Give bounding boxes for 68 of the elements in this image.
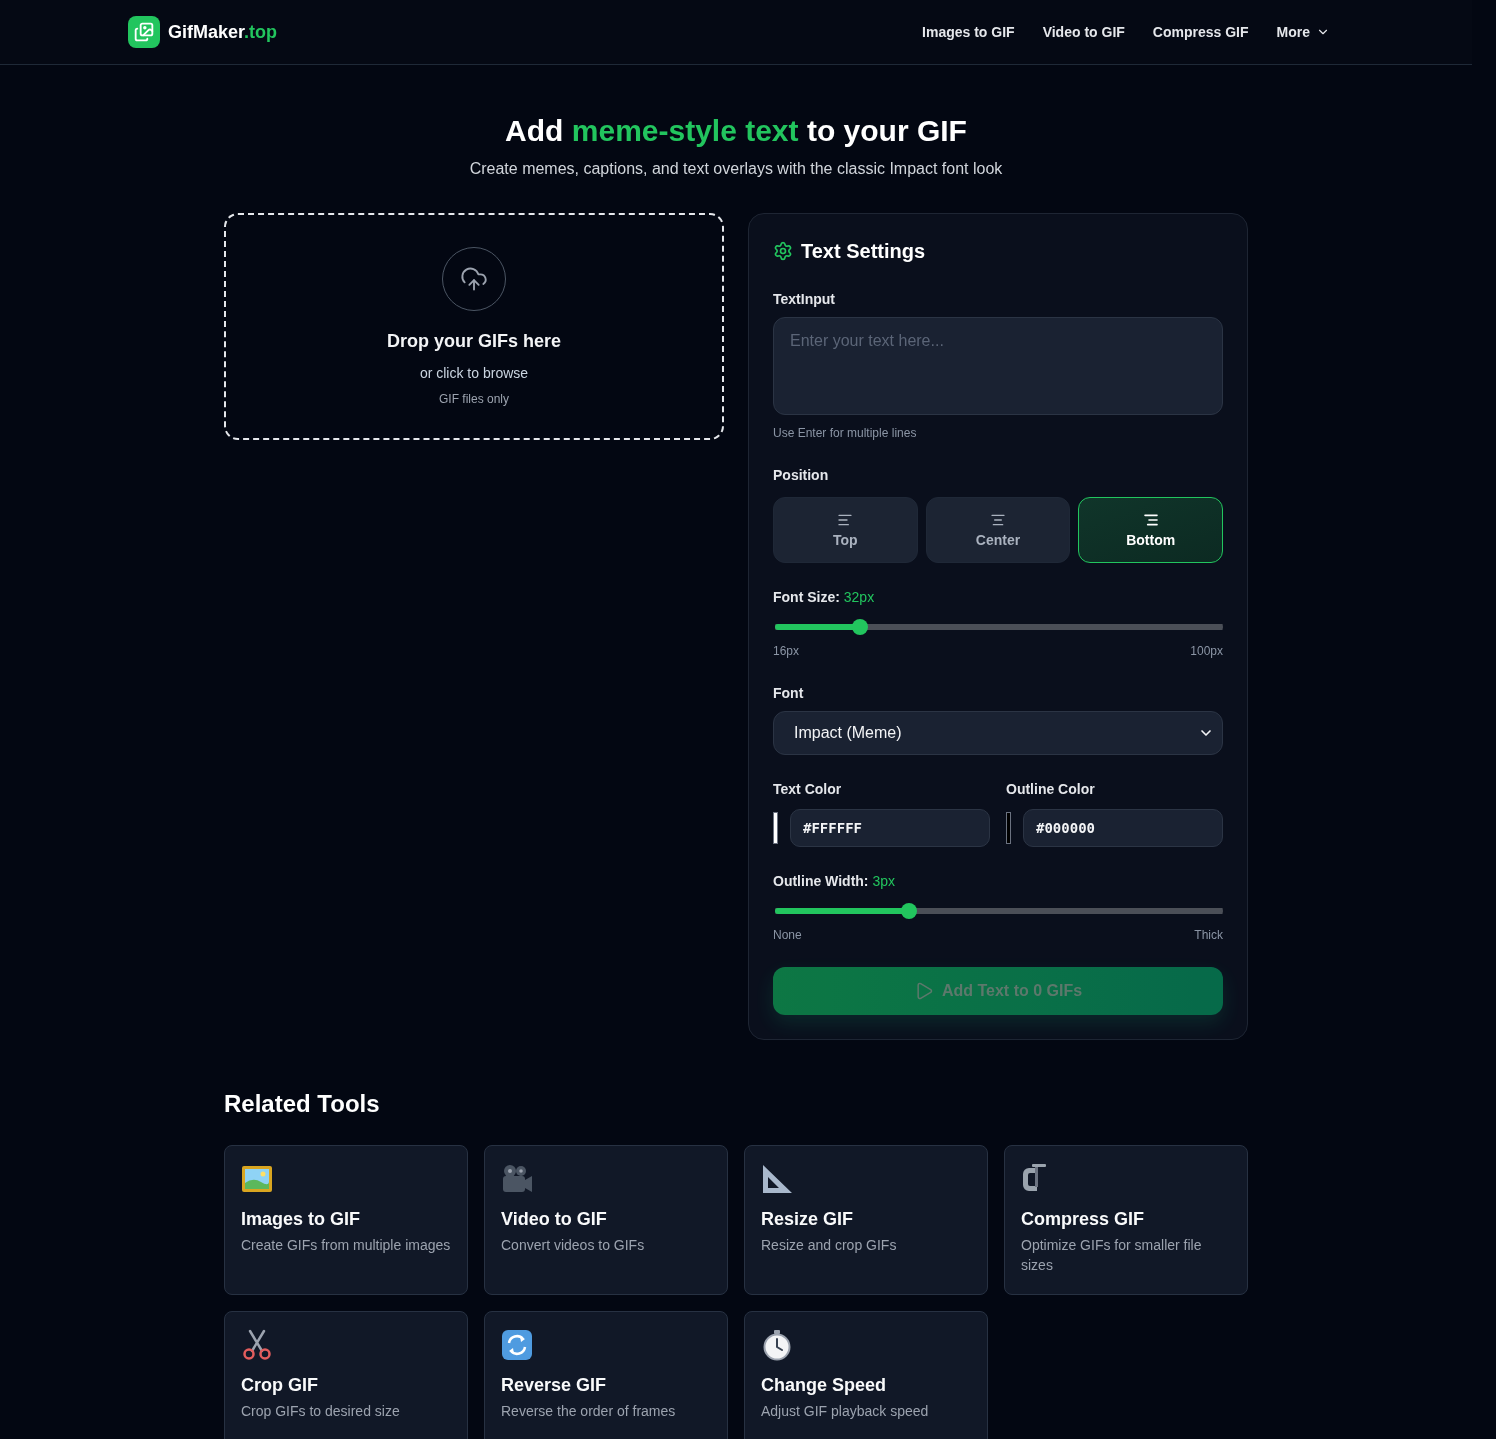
tool-card[interactable]: Reverse GIF Reverse the order of frames <box>484 1311 728 1439</box>
align-right-icon <box>1142 512 1159 528</box>
range-max-label: Thick <box>1194 927 1223 943</box>
field-help-text: Use Enter for multiple lines <box>773 425 918 441</box>
tool-description: Resize and crop GIFs <box>761 1236 898 1255</box>
slider-thumb[interactable] <box>901 903 918 919</box>
field-label: Text Color <box>773 780 843 799</box>
framed-picture-icon <box>241 1163 273 1195</box>
tool-title: Resize GIF <box>761 1208 855 1231</box>
slider-label: Outline Width: 3px <box>773 872 896 891</box>
tool-description: Adjust GIF playback speed <box>761 1402 930 1421</box>
triangle-ruler-icon <box>761 1163 793 1195</box>
hex-color-field[interactable]: #000000 <box>1023 809 1223 847</box>
file-drop-zone[interactable]: Drop your GIFs here or click to browse GIF files only <box>224 213 724 440</box>
nav-link[interactable]: Video to GIF <box>1042 24 1125 40</box>
page-subtitle: Create memes, captions, and text overlays with the classic Impact font look <box>468 159 1004 179</box>
position-button[interactable]: Top <box>773 497 918 563</box>
tool-title: Video to GIF <box>501 1208 608 1231</box>
tool-description: Crop GIFs to desired size <box>241 1402 401 1421</box>
range-min-label: 16px <box>773 643 800 659</box>
tool-description: Convert videos to GIFs <box>501 1236 646 1255</box>
movie-camera-icon <box>501 1163 533 1195</box>
panel-title: Text Settings <box>801 239 926 264</box>
tool-description: Create GIFs from multiple images <box>241 1236 451 1255</box>
scissors-icon <box>241 1329 273 1361</box>
stopwatch-icon <box>761 1329 793 1361</box>
range-min-label: None <box>773 927 802 943</box>
tool-title: Compress GIF <box>1021 1208 1146 1231</box>
field-label: TextInput <box>773 290 836 309</box>
settings-icon <box>773 241 793 261</box>
tool-card[interactable]: Resize GIF Resize and crop GIFs <box>744 1145 988 1295</box>
tool-card[interactable]: Images to GIF Create GIFs from multiple images <box>224 1145 468 1295</box>
tool-card[interactable]: Crop GIF Crop GIFs to desired size <box>224 1311 468 1439</box>
tool-title: Crop GIF <box>241 1374 319 1397</box>
section-heading: Related Tools <box>224 1089 381 1119</box>
drop-zone-title: Drop your GIFs here <box>386 330 561 353</box>
gallery-logo-icon[interactable] <box>128 16 160 48</box>
color-swatch-icon[interactable] <box>773 812 778 844</box>
tool-title: Change Speed <box>761 1374 888 1397</box>
position-button[interactable]: Center <box>925 497 1071 563</box>
nav-menu-button[interactable]: More <box>1276 24 1330 40</box>
slider-label: Font Size: 32px <box>773 588 876 607</box>
color-swatch-icon[interactable] <box>1006 812 1011 844</box>
tool-description: Reverse the order of frames <box>501 1402 677 1421</box>
drop-zone-note: GIF files only <box>439 391 509 407</box>
field-label: Outline Color <box>1006 780 1096 799</box>
hex-color-field[interactable]: #FFFFFF <box>790 809 990 847</box>
align-center-icon <box>990 512 1006 528</box>
drop-zone-hint: or click to browse <box>419 364 529 383</box>
tool-card[interactable]: Video to GIF Convert videos to GIFs <box>484 1145 728 1295</box>
nav-link[interactable]: Compress GIF <box>1152 24 1249 40</box>
field-label: Font <box>773 684 805 703</box>
tool-card[interactable]: Compress GIF Optimize GIFs for smaller file sizes <box>1004 1145 1248 1295</box>
tool-description: Optimize GIFs for smaller file sizes <box>1021 1236 1203 1275</box>
slider-thumb[interactable] <box>852 619 869 635</box>
range-max-label: 100px <box>1190 643 1223 659</box>
tool-card[interactable]: Change Speed Adjust GIF playback speed <box>744 1311 988 1439</box>
field-label: Position <box>773 466 830 485</box>
tool-title: Reverse GIF <box>501 1374 608 1397</box>
position-button[interactable]: Bottom <box>1078 497 1223 563</box>
brand-name[interactable]: GifMaker.top <box>168 21 278 43</box>
text-input-field[interactable]: Enter your text here... <box>773 317 1223 415</box>
align-left-icon <box>837 512 854 528</box>
tool-title: Images to GIF <box>241 1208 362 1231</box>
nav-link[interactable]: Images to GIF <box>922 24 1015 40</box>
font-select[interactable]: Impact (Meme) <box>773 711 1223 755</box>
arrows-cycle-icon <box>501 1329 533 1361</box>
page-title: Add meme-style text to your GIF <box>504 113 968 149</box>
